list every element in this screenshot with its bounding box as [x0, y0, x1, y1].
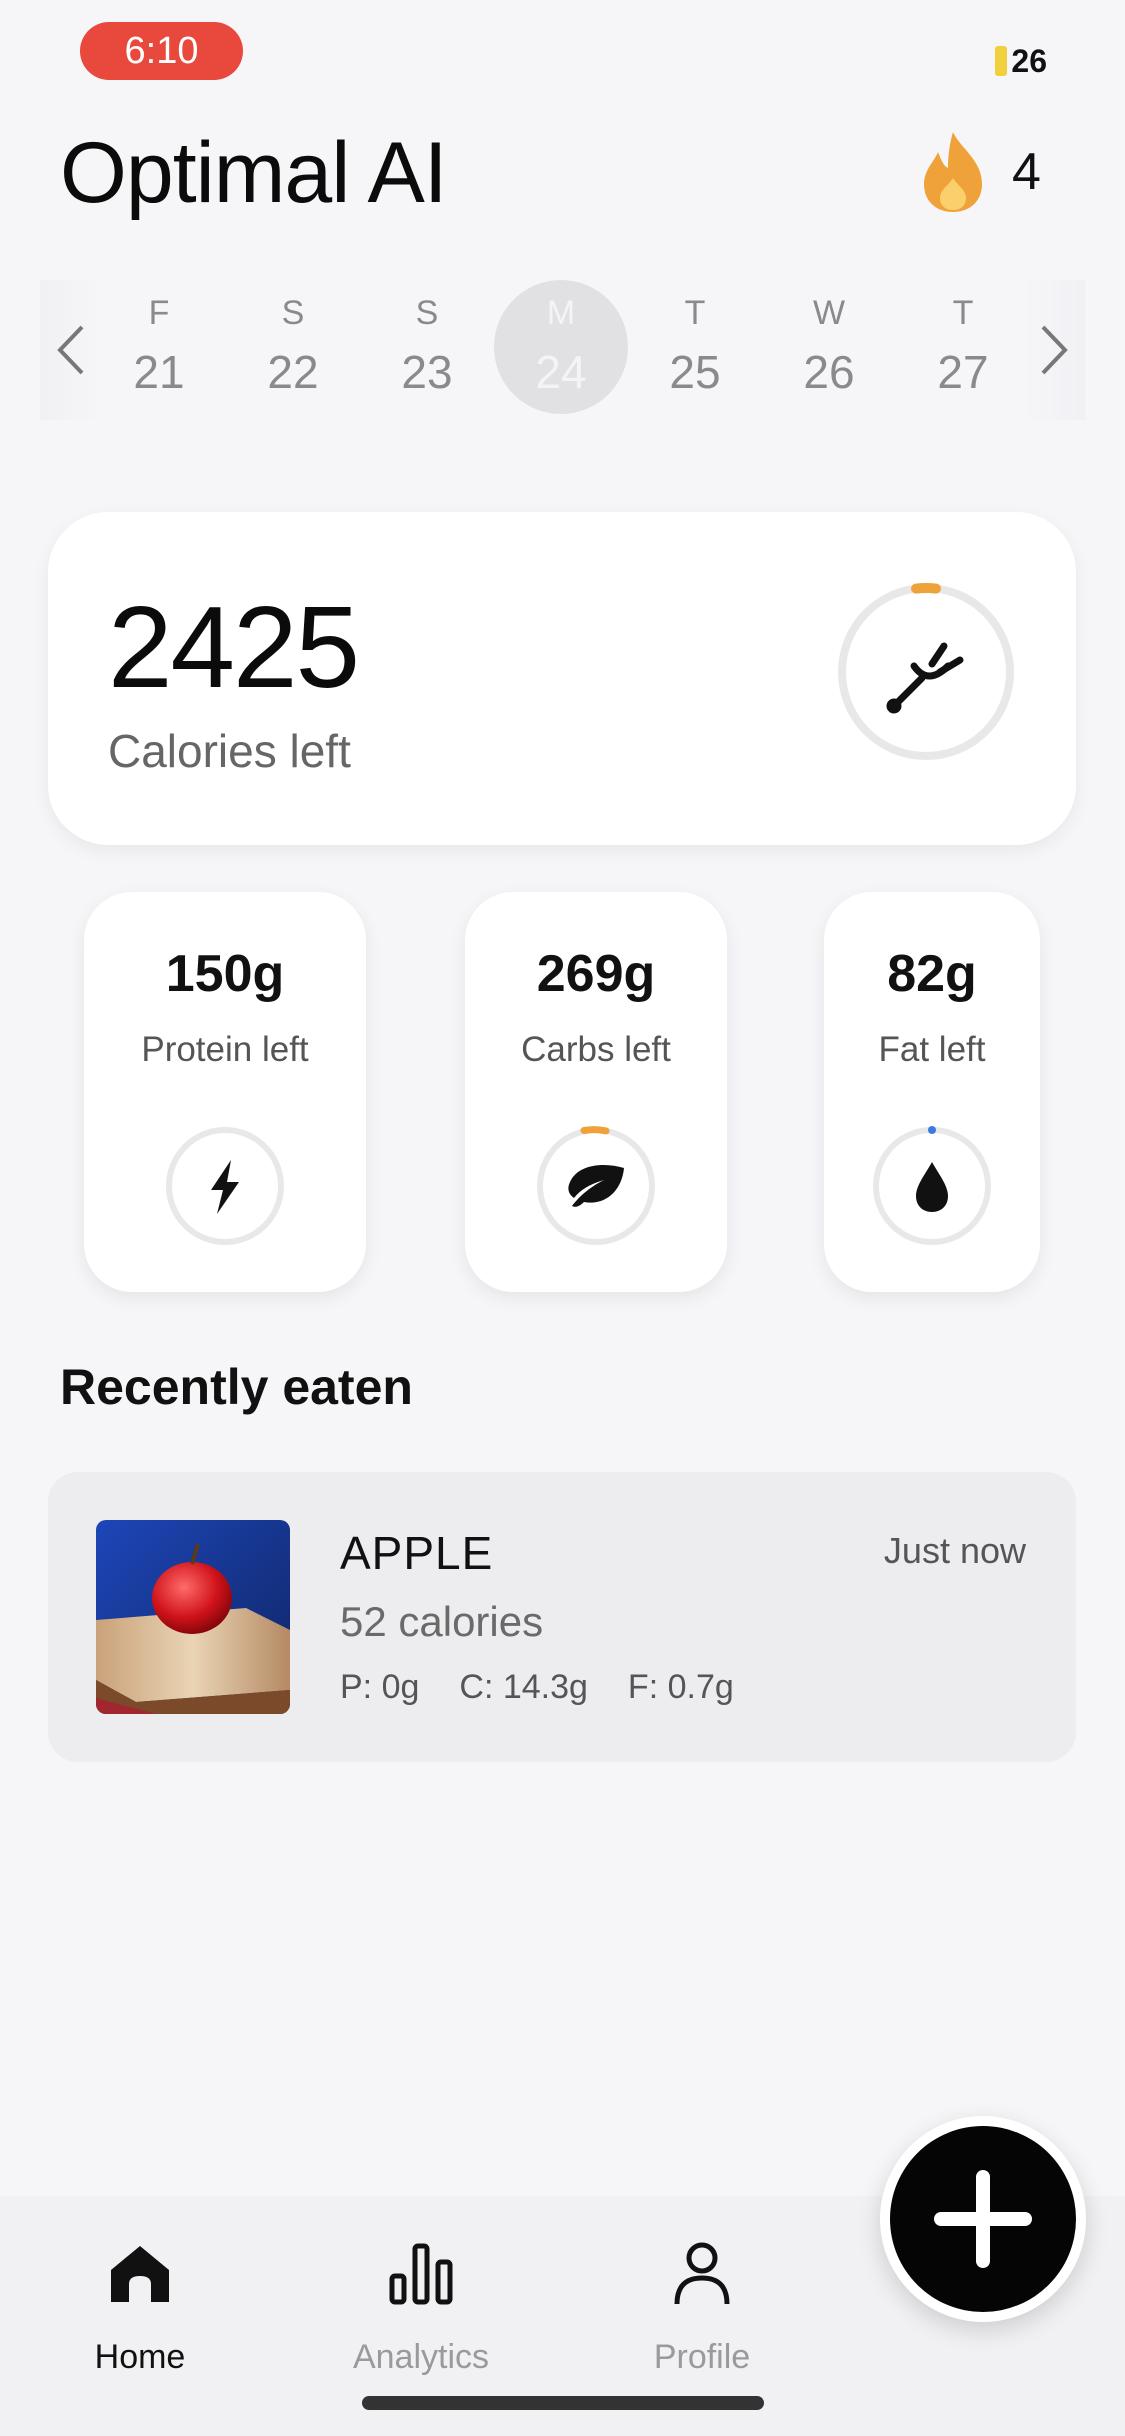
carbs-progress-ring	[537, 1126, 655, 1245]
food-macros: P: 0g C: 14.3g F: 0.7g	[340, 1668, 734, 1707]
nav-analytics[interactable]: Analytics	[311, 2238, 531, 2377]
food-timestamp: Just now	[883, 1530, 1026, 1571]
battery-icon	[995, 46, 1008, 76]
day-fri-21[interactable]: F 21	[92, 280, 226, 420]
food-calories: 52 calories	[340, 1598, 544, 1645]
date-strip: F 21 S 22 S 23 M 24 T 25 W 26 T 27	[40, 280, 1085, 420]
carbs-value: 269g	[536, 945, 656, 1003]
person-icon	[674, 2242, 730, 2305]
nav-home-label: Home	[94, 2338, 186, 2376]
next-week-button[interactable]	[1023, 280, 1085, 420]
calories-progress-ring	[838, 583, 1014, 760]
day-tue-25[interactable]: T 25	[628, 280, 762, 420]
nav-home[interactable]: Home	[30, 2238, 250, 2377]
drop-icon	[916, 1162, 948, 1212]
bolt-icon	[211, 1160, 239, 1214]
day-sun-23[interactable]: S 23	[360, 280, 494, 420]
calories-left-label: Calories left	[108, 725, 351, 777]
food-carbs: C: 14.3g	[459, 1668, 588, 1706]
fat-label: Fat left	[878, 1030, 986, 1069]
protein-label: Protein left	[141, 1030, 309, 1069]
battery-level: 26	[1011, 42, 1047, 79]
food-name: APPLE	[340, 1527, 494, 1579]
streak-badge[interactable]: 4	[920, 122, 1041, 222]
fork-icon	[886, 642, 964, 714]
day-thu-27[interactable]: T 27	[896, 280, 1030, 420]
protein-card[interactable]: 150g Protein left	[84, 892, 366, 1292]
protein-progress-ring	[166, 1127, 284, 1245]
nav-profile[interactable]: Profile	[592, 2238, 812, 2377]
add-food-button[interactable]	[880, 2116, 1086, 2322]
leaf-icon	[568, 1164, 624, 1207]
plus-icon	[934, 2170, 1032, 2268]
recently-eaten-heading: Recently eaten	[60, 1359, 413, 1415]
carbs-label: Carbs left	[521, 1030, 671, 1069]
home-icon	[111, 2246, 169, 2302]
fat-progress-ring	[873, 1126, 991, 1245]
nav-analytics-label: Analytics	[352, 2338, 490, 2376]
day-mon-24-selected[interactable]: M 24	[494, 280, 628, 420]
day-sat-22[interactable]: S 22	[226, 280, 360, 420]
app-title: Optimal AI	[60, 125, 448, 221]
streak-count: 4	[1012, 143, 1041, 201]
bar-chart-icon	[389, 2243, 453, 2305]
food-entry-apple[interactable]: APPLE 52 calories P: 0g C: 14.3g F: 0.7g…	[48, 1472, 1076, 1762]
carbs-card[interactable]: 269g Carbs left	[465, 892, 727, 1292]
day-wed-26[interactable]: W 26	[762, 280, 896, 420]
calories-card[interactable]: 2425 Calories left	[48, 512, 1076, 845]
food-photo	[96, 1520, 290, 1714]
flame-icon	[924, 132, 982, 212]
battery-indicator: 26	[995, 38, 1047, 84]
fat-card[interactable]: 82g Fat left	[824, 892, 1040, 1292]
food-fat: F: 0.7g	[627, 1668, 734, 1706]
chevron-right-icon	[1041, 325, 1068, 375]
food-protein: P: 0g	[340, 1668, 420, 1706]
protein-value: 150g	[165, 945, 285, 1003]
nav-profile-label: Profile	[653, 2338, 751, 2376]
calories-left-value: 2425	[108, 582, 360, 712]
status-time: 6:10	[80, 22, 243, 80]
home-indicator	[362, 2396, 764, 2410]
chevron-left-icon	[57, 325, 84, 375]
fat-value: 82g	[887, 945, 977, 1003]
